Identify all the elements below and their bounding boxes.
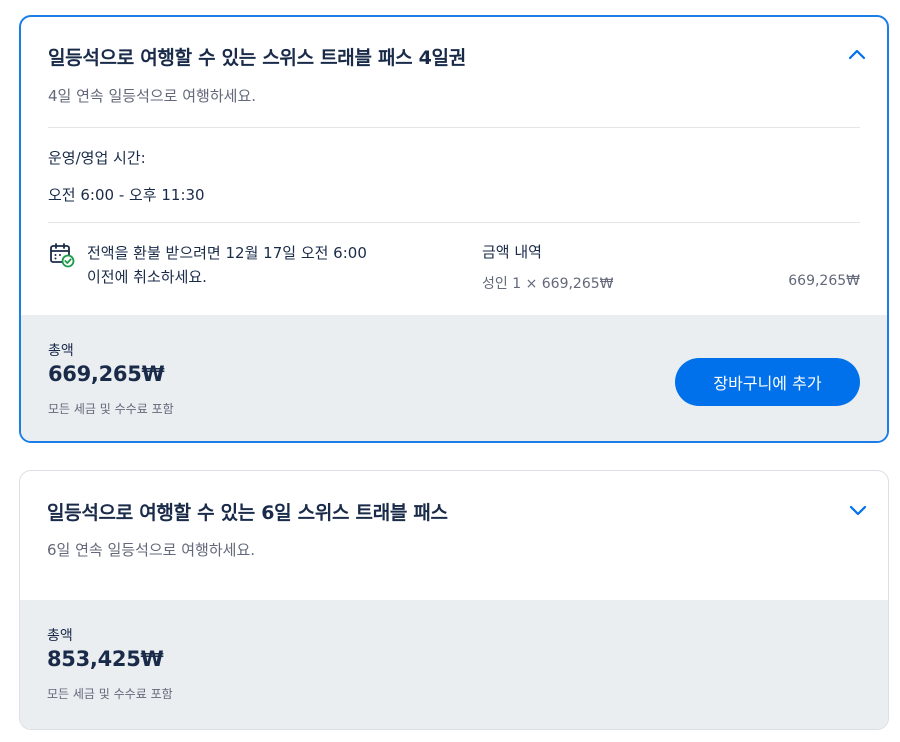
product-subtitle: 4일 연속 일등석으로 여행하세요.	[48, 87, 257, 105]
refund-policy-text: 전액을 환불 받으려면 12월 17일 오전 6:00 이전에 취소하세요.	[87, 241, 447, 289]
chevron-up-icon[interactable]	[845, 43, 869, 67]
refund-policy-line: 전액을 환불 받으려면 12월 17일 오전 6:00	[87, 244, 367, 262]
price-line-label: 성인 1 × 669,265₩	[482, 276, 614, 292]
total-tax-note: 모든 세금 및 수수료 포함	[47, 687, 173, 701]
price-line-amount: 669,265₩	[788, 273, 860, 289]
hours-label: 운영/영업 시간:	[48, 149, 146, 167]
refund-policy-line: 이전에 취소하세요.	[87, 268, 207, 286]
chevron-down-icon[interactable]	[846, 498, 870, 522]
total-amount: 853,425₩	[47, 647, 164, 671]
price-breakdown-title: 금액 내역	[482, 243, 542, 261]
hours-value: 오전 6:00 - 오후 11:30	[48, 186, 205, 204]
total-section: 총액 669,265₩ 모든 세금 및 수수료 포함 장바구니에 추가	[21, 315, 887, 441]
total-label: 총액	[47, 628, 73, 644]
total-label: 총액	[48, 343, 74, 359]
product-subtitle: 6일 연속 일등석으로 여행하세요.	[47, 541, 256, 559]
product-option-card[interactable]: 일등석으로 여행할 수 있는 6일 스위스 트래블 패스 6일 연속 일등석으로…	[19, 470, 889, 730]
add-to-cart-button[interactable]: 장바구니에 추가	[675, 358, 860, 406]
total-tax-note: 모든 세금 및 수수료 포함	[48, 402, 174, 416]
product-title: 일등석으로 여행할 수 있는 스위스 트래블 패스 4일권	[48, 47, 466, 69]
product-option-card[interactable]: 일등석으로 여행할 수 있는 스위스 트래블 패스 4일권 4일 연속 일등석으…	[19, 15, 889, 443]
product-title: 일등석으로 여행할 수 있는 6일 스위스 트래블 패스	[47, 502, 448, 524]
calendar-check-icon	[49, 242, 75, 268]
total-amount: 669,265₩	[48, 362, 165, 386]
divider	[48, 127, 860, 128]
total-section: 총액 853,425₩ 모든 세금 및 수수료 포함	[20, 600, 888, 729]
divider	[48, 222, 860, 223]
